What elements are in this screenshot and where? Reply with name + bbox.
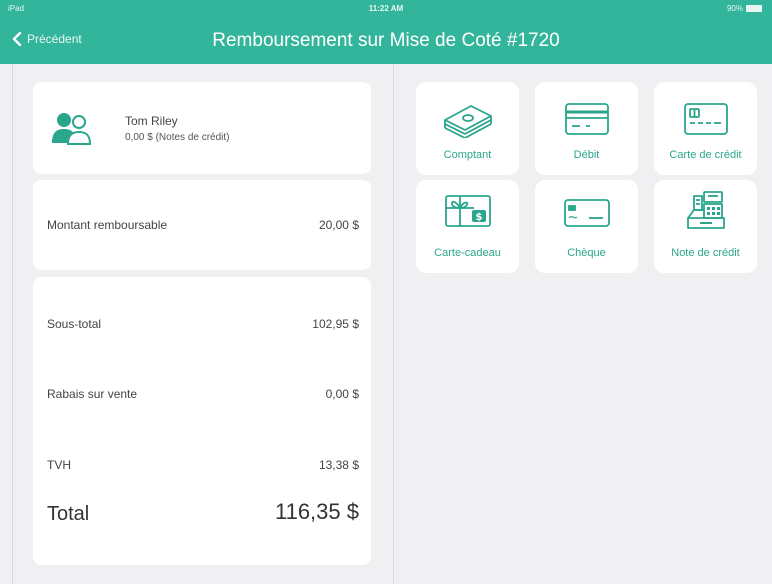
customer-credit: 0,00 $ (Notes de crédit) bbox=[125, 132, 230, 143]
discount-label: Rabais sur vente bbox=[47, 387, 138, 401]
customer-avatar-icon bbox=[52, 113, 91, 145]
subtotal-value: 102,95 $ bbox=[312, 317, 359, 331]
svg-text:$: $ bbox=[475, 212, 482, 223]
status-time: 11:22 AM bbox=[368, 4, 404, 13]
app-header: iPad 11:22 AM 90% Précédent Remboursemen… bbox=[0, 0, 772, 64]
refundable-amount-value: 20,00 $ bbox=[318, 218, 359, 232]
refundable-amount-label: Montant remboursable bbox=[47, 218, 168, 232]
payment-cheque-label: Chèque bbox=[567, 247, 606, 259]
payment-cash-label: Comptant bbox=[443, 149, 492, 161]
customer-name: Tom Riley bbox=[125, 114, 178, 128]
payment-gift-card-label: Carte-cadeau bbox=[434, 247, 501, 259]
payment-credit-card-label: Carte de crédit bbox=[669, 149, 742, 161]
refundable-amount-card: Montant remboursable 20,00 $ bbox=[33, 180, 371, 270]
total-value: 116,35 $ bbox=[274, 499, 359, 524]
battery-status: 90% bbox=[727, 4, 762, 13]
battery-percent: 90% bbox=[726, 4, 743, 13]
status-bar: iPad 11:22 AM 90% bbox=[0, 0, 772, 16]
payment-credit-card-button[interactable]: Carte de crédit bbox=[654, 82, 757, 175]
debit-card-icon bbox=[564, 103, 609, 135]
tax-label: TVH bbox=[47, 458, 71, 472]
gift-card-icon: $ bbox=[444, 195, 491, 227]
battery-icon bbox=[746, 5, 762, 12]
payment-credit-note-label: Note de crédit bbox=[671, 247, 740, 259]
subtotal-label: Sous-total bbox=[47, 317, 102, 331]
cheque-icon bbox=[563, 199, 610, 227]
payment-gift-card-button[interactable]: $ Carte-cadeau bbox=[416, 180, 519, 273]
left-edge-divider bbox=[12, 64, 13, 584]
discount-value: 0,00 $ bbox=[325, 387, 359, 401]
cash-icon bbox=[443, 105, 492, 138]
payment-credit-note-button[interactable]: Note de crédit bbox=[654, 180, 757, 273]
customer-card[interactable]: Tom Riley 0,00 $ (Notes de crédit) bbox=[33, 82, 371, 174]
page-title: Remboursement sur Mise de Coté #1720 bbox=[212, 30, 560, 51]
credit-card-icon bbox=[683, 103, 728, 135]
cash-register-icon bbox=[686, 191, 725, 229]
navigation-bar: Précédent Remboursement sur Mise de Coté… bbox=[0, 18, 772, 64]
total-label: Total bbox=[47, 503, 90, 525]
totals-card: Sous-total 102,95 $ Rabais sur vente 0,0… bbox=[33, 277, 371, 565]
payment-cheque-button[interactable]: Chèque bbox=[535, 180, 638, 273]
payment-debit-label: Débit bbox=[573, 149, 600, 161]
panel-divider bbox=[393, 64, 394, 584]
payment-debit-button[interactable]: Débit bbox=[535, 82, 638, 175]
tax-value: 13,38 $ bbox=[318, 458, 359, 472]
payment-cash-button[interactable]: Comptant bbox=[416, 82, 519, 175]
